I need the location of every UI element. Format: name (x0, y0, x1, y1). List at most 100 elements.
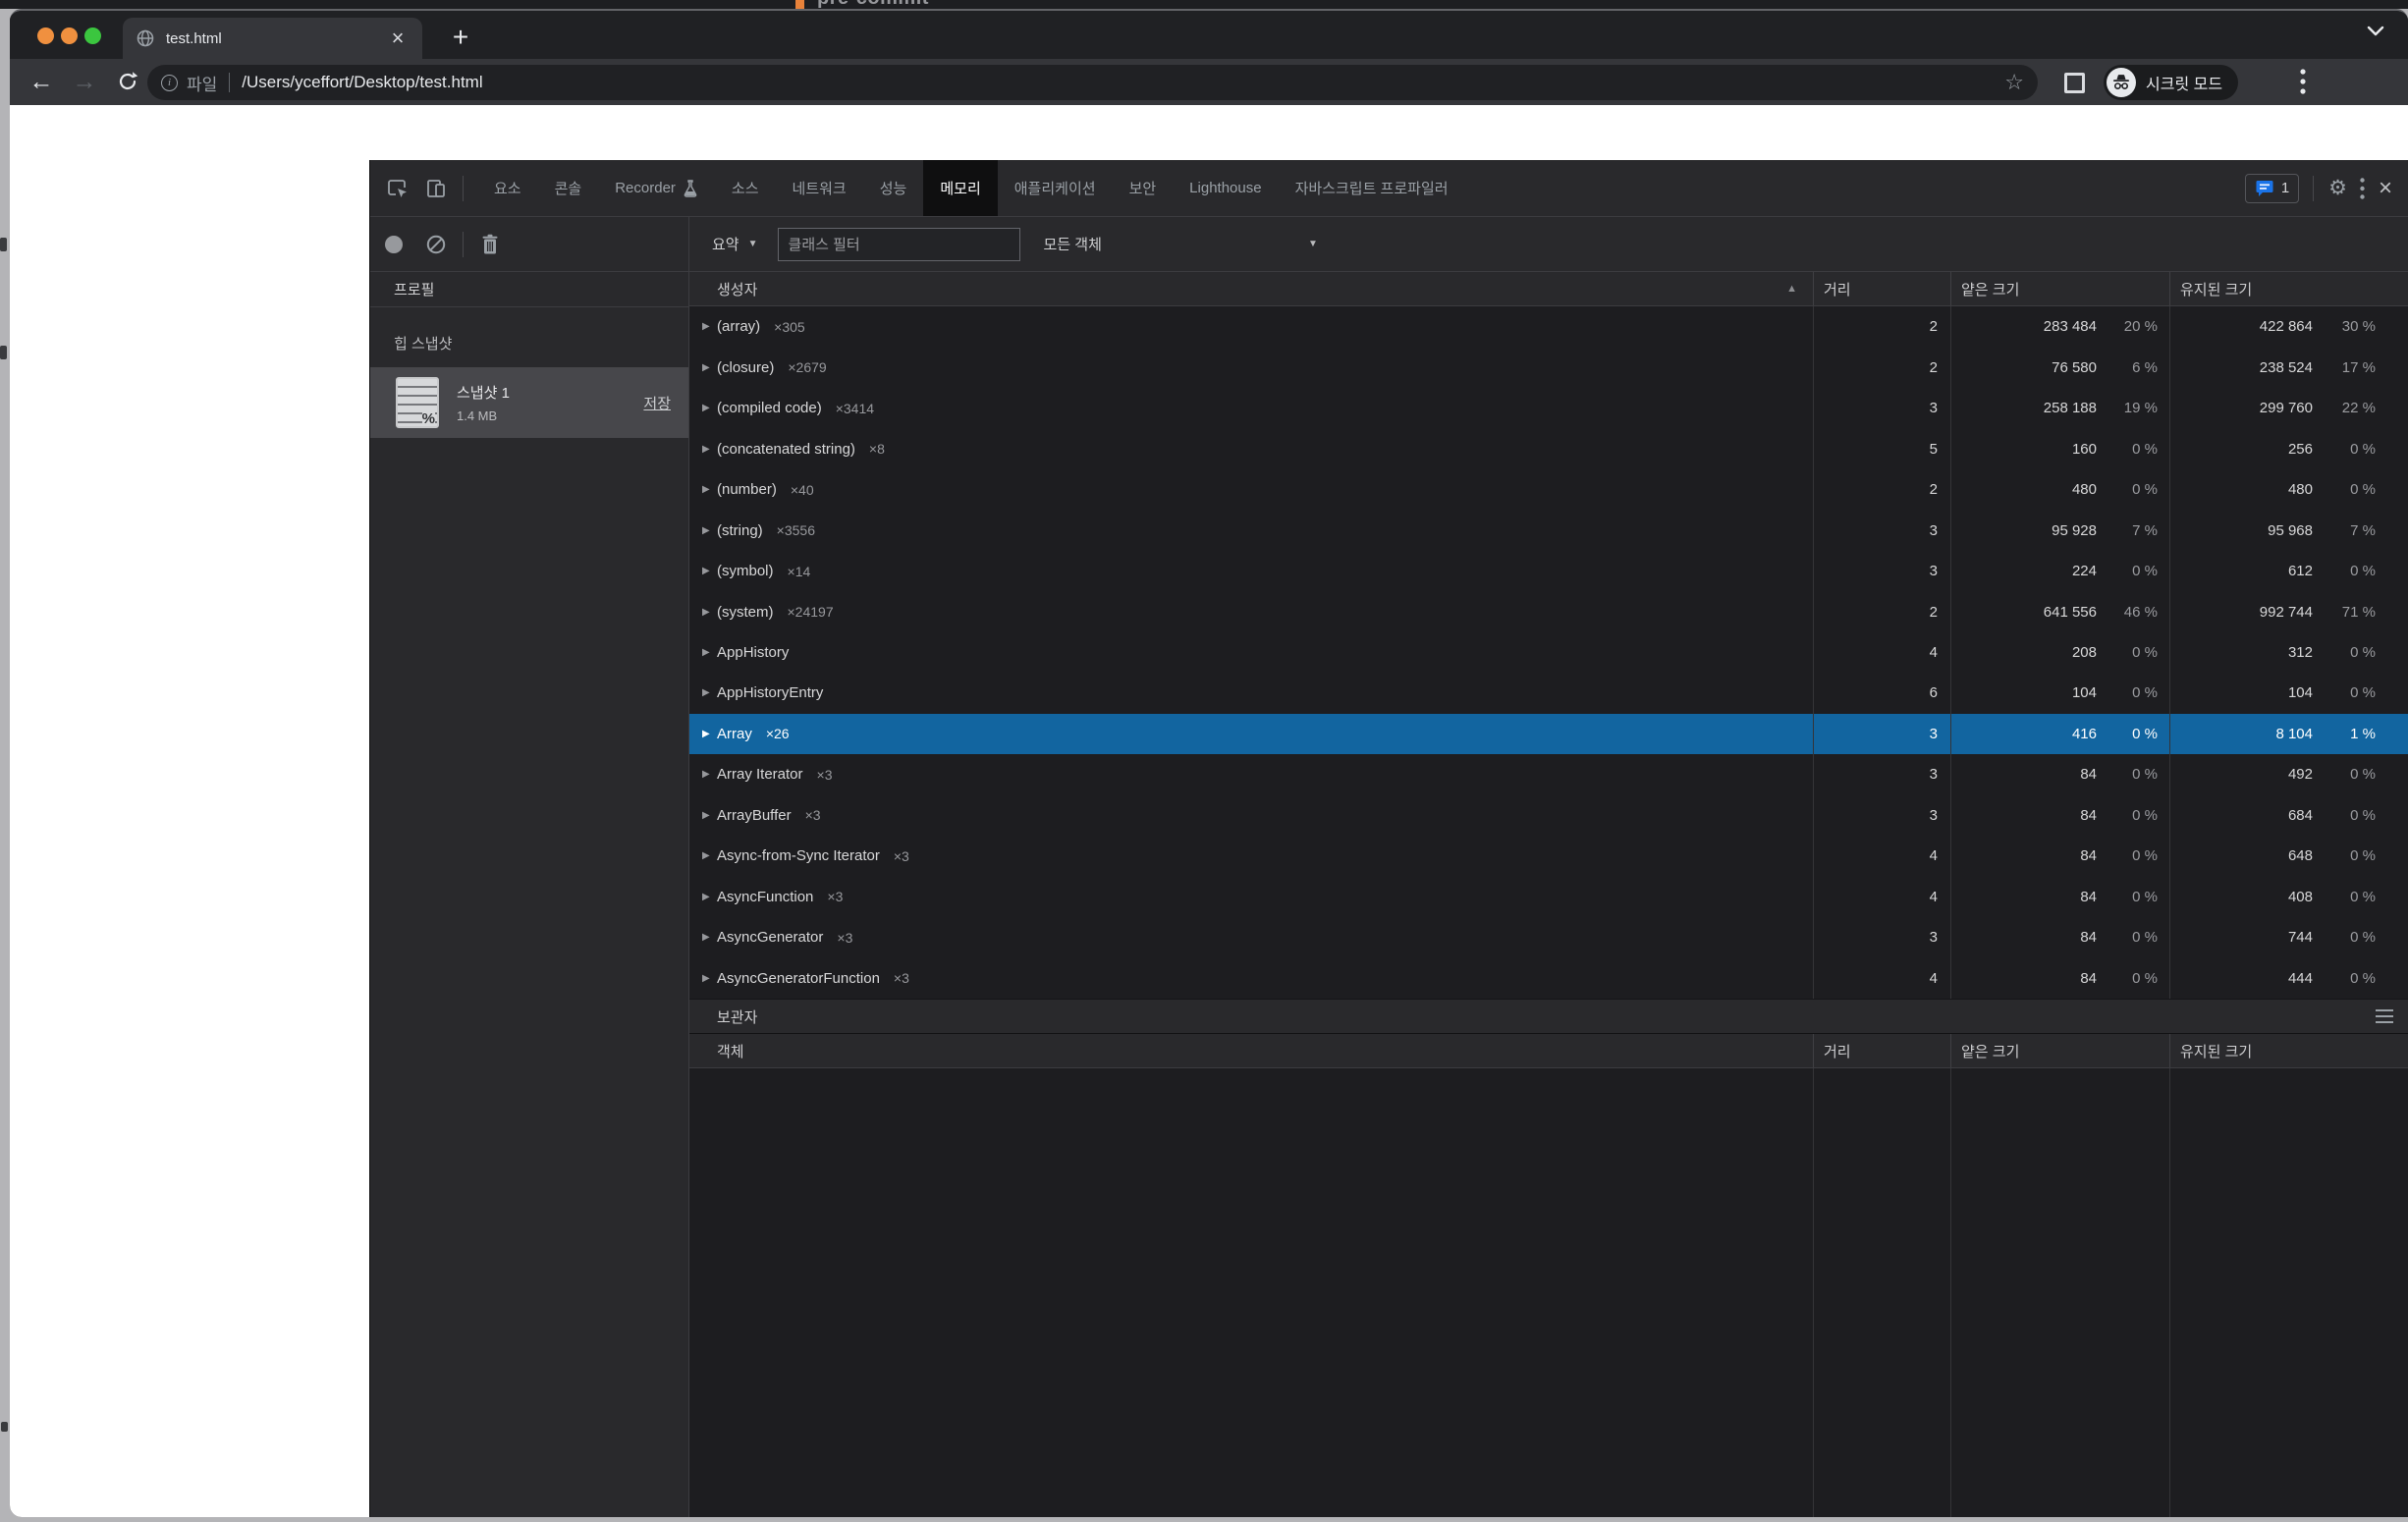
devtools-tab-8[interactable]: 애플리케이션 (998, 160, 1113, 216)
constructor-row[interactable]: ▶ Array ×26 3 4160 % 8 1041 % (689, 714, 2408, 754)
devtools-tab-6[interactable]: 성능 (863, 160, 924, 216)
side-panel-icon[interactable] (2064, 73, 2085, 93)
tab-search-chevron-icon[interactable] (2365, 25, 2386, 38)
devtools-tab-4[interactable]: 소스 (715, 160, 776, 216)
constructor-row[interactable]: ▶ AsyncFunction ×3 4 840 % 4080 % (689, 877, 2408, 917)
incognito-label: 시크릿 모드 (2146, 71, 2222, 94)
devtools-menu-icon[interactable] (2360, 178, 2365, 199)
background-window-icon (795, 0, 804, 9)
traffic-light-minimize[interactable] (61, 27, 78, 44)
constructor-row[interactable]: ▶ (closure) ×2679 2 76 5806 % 238 52417 … (689, 347, 2408, 387)
column-header-constructor[interactable]: 생성자 ▲ (689, 272, 1813, 305)
retained-size-value: 408 (2288, 889, 2313, 905)
expand-arrow-icon[interactable]: ▶ (702, 484, 717, 495)
expand-arrow-icon[interactable]: ▶ (702, 850, 717, 861)
expand-arrow-icon[interactable]: ▶ (702, 647, 717, 658)
constructor-row[interactable]: ▶ (system) ×24197 2 641 55646 % 992 7447… (689, 591, 2408, 631)
constructor-row[interactable]: ▶ ArrayBuffer ×3 3 840 % 6840 % (689, 795, 2408, 836)
constructor-row[interactable]: ▶ Async-from-Sync Iterator ×3 4 840 % 64… (689, 836, 2408, 876)
bookmark-star-icon[interactable]: ☆ (2004, 70, 2024, 95)
constructor-row[interactable]: ▶ (concatenated string) ×8 5 1600 % 2560… (689, 428, 2408, 468)
address-bar[interactable]: i 파일 /Users/yceffort/Desktop/test.html ☆ (147, 65, 2038, 100)
snapshot-item[interactable]: % 스냅샷 1 1.4 MB 저장 (370, 367, 688, 438)
constructor-name: Array (717, 726, 752, 742)
tab-strip: test.html × + (10, 11, 2408, 59)
constructor-row[interactable]: ▶ AppHistory 4 2080 % 3120 % (689, 632, 2408, 673)
devtools-tab-10[interactable]: Lighthouse (1173, 160, 1278, 216)
constructor-row[interactable]: ▶ AsyncGenerator ×3 3 840 % 7440 % (689, 917, 2408, 957)
expand-arrow-icon[interactable]: ▶ (702, 566, 717, 576)
constructor-row[interactable]: ▶ AsyncGeneratorFunction ×3 4 840 % 4440… (689, 958, 2408, 999)
forward-button[interactable]: → (67, 64, 102, 99)
traffic-light-close[interactable] (37, 27, 54, 44)
constructor-row[interactable]: ▶ (array) ×305 2 283 48420 % 422 86430 % (689, 306, 2408, 347)
devtools-tab-1[interactable]: 요소 (477, 160, 538, 216)
retained-size-value: 992 744 (2260, 604, 2313, 621)
devtools-tab-11[interactable]: 자바스크립트 프로파일러 (1279, 160, 1465, 216)
constructor-row[interactable]: ▶ (symbol) ×14 3 2240 % 6120 % (689, 551, 2408, 591)
shallow-size-percent: 6 % (2097, 359, 2158, 376)
constructor-row[interactable]: ▶ (compiled code) ×3414 3 258 18819 % 29… (689, 388, 2408, 428)
expand-arrow-icon[interactable]: ▶ (702, 892, 717, 902)
expand-arrow-icon[interactable]: ▶ (702, 321, 717, 332)
tab-close-icon[interactable]: × (387, 28, 409, 48)
expand-arrow-icon[interactable]: ▶ (702, 362, 717, 373)
clear-profiles-icon[interactable] (423, 232, 449, 257)
column-header-retained-size[interactable]: 유지된 크기 (2169, 272, 2408, 305)
column-header-object[interactable]: 객체 (689, 1034, 1813, 1067)
constructor-row[interactable]: ▶ AppHistoryEntry 6 1040 % 1040 % (689, 673, 2408, 713)
column-header-shallow-size[interactable]: 얕은 크기 (1950, 272, 2169, 305)
devtools-tab-5[interactable]: 네트워크 (776, 160, 863, 216)
expand-arrow-icon[interactable]: ▶ (702, 525, 717, 536)
retainers-menu-icon[interactable] (2376, 1009, 2408, 1023)
expand-arrow-icon[interactable]: ▶ (702, 729, 717, 739)
column-header-retained-size[interactable]: 유지된 크기 (2169, 1034, 2408, 1067)
expand-arrow-icon[interactable]: ▶ (702, 932, 717, 943)
instance-count: ×3 (894, 970, 909, 986)
screenshot-canvas: pre-commit test.html × + (0, 0, 2408, 1522)
devtools-tab-3[interactable]: Recorder (598, 160, 715, 216)
site-info-icon[interactable]: i (161, 75, 178, 91)
column-header-distance[interactable]: 거리 (1813, 272, 1950, 305)
device-toolbar-icon[interactable] (423, 176, 449, 201)
devtools-close-icon[interactable]: × (2379, 178, 2392, 199)
back-button[interactable]: ← (24, 64, 59, 99)
expand-arrow-icon[interactable]: ▶ (702, 687, 717, 698)
retainers-empty-area (689, 1068, 2408, 1517)
issues-counter[interactable]: 1 (2245, 174, 2299, 203)
retained-size-percent: 30 % (2313, 318, 2376, 335)
record-snapshot-button[interactable] (385, 236, 403, 253)
reload-button[interactable] (110, 64, 145, 99)
constructor-row[interactable]: ▶ Array Iterator ×3 3 840 % 4920 % (689, 754, 2408, 794)
constructor-name: AsyncFunction (717, 889, 813, 905)
constructor-row[interactable]: ▶ (number) ×40 2 4800 % 4800 % (689, 469, 2408, 510)
delete-trash-icon[interactable] (477, 232, 503, 257)
expand-arrow-icon[interactable]: ▶ (702, 607, 717, 618)
browser-menu-icon[interactable] (2300, 69, 2306, 94)
browser-tab-test-html[interactable]: test.html × (123, 18, 422, 59)
constructor-row[interactable]: ▶ (string) ×3556 3 95 9287 % 95 9687 % (689, 510, 2408, 550)
expand-arrow-icon[interactable]: ▶ (702, 810, 717, 821)
expand-arrow-icon[interactable]: ▶ (702, 973, 717, 984)
snapshot-save-link[interactable]: 저장 (643, 393, 671, 413)
inspect-element-icon[interactable] (384, 176, 410, 201)
settings-gear-icon[interactable]: ⚙ (2328, 176, 2347, 200)
devtools-tab-2[interactable]: 콘솔 (538, 160, 599, 216)
column-header-distance[interactable]: 거리 (1813, 1034, 1950, 1067)
shallow-size-value: 208 (2072, 644, 2097, 661)
expand-arrow-icon[interactable]: ▶ (702, 769, 717, 780)
url-text[interactable]: /Users/yceffort/Desktop/test.html (242, 73, 1997, 92)
constructor-name: AsyncGeneratorFunction (717, 970, 880, 987)
devtools-tab-9[interactable]: 보안 (1113, 160, 1174, 216)
devtools-tab-7[interactable]: 메모리 (923, 160, 997, 216)
new-tab-button[interactable]: + (445, 22, 476, 53)
expand-arrow-icon[interactable]: ▶ (702, 403, 717, 413)
perspective-select[interactable]: 요약 (712, 234, 739, 254)
class-filter-input[interactable]: 클래스 필터 (778, 228, 1020, 261)
object-filter-select[interactable]: 모든 객체 (1044, 234, 1102, 254)
toolbar-divider (463, 176, 464, 201)
traffic-light-zoom[interactable] (84, 27, 101, 44)
devtools-tab-bar-tabs: 요소콘솔Recorder 소스네트워크성능메모리애플리케이션보안Lighthou… (477, 160, 2245, 216)
expand-arrow-icon[interactable]: ▶ (702, 444, 717, 455)
column-header-shallow-size[interactable]: 얕은 크기 (1950, 1034, 2169, 1067)
